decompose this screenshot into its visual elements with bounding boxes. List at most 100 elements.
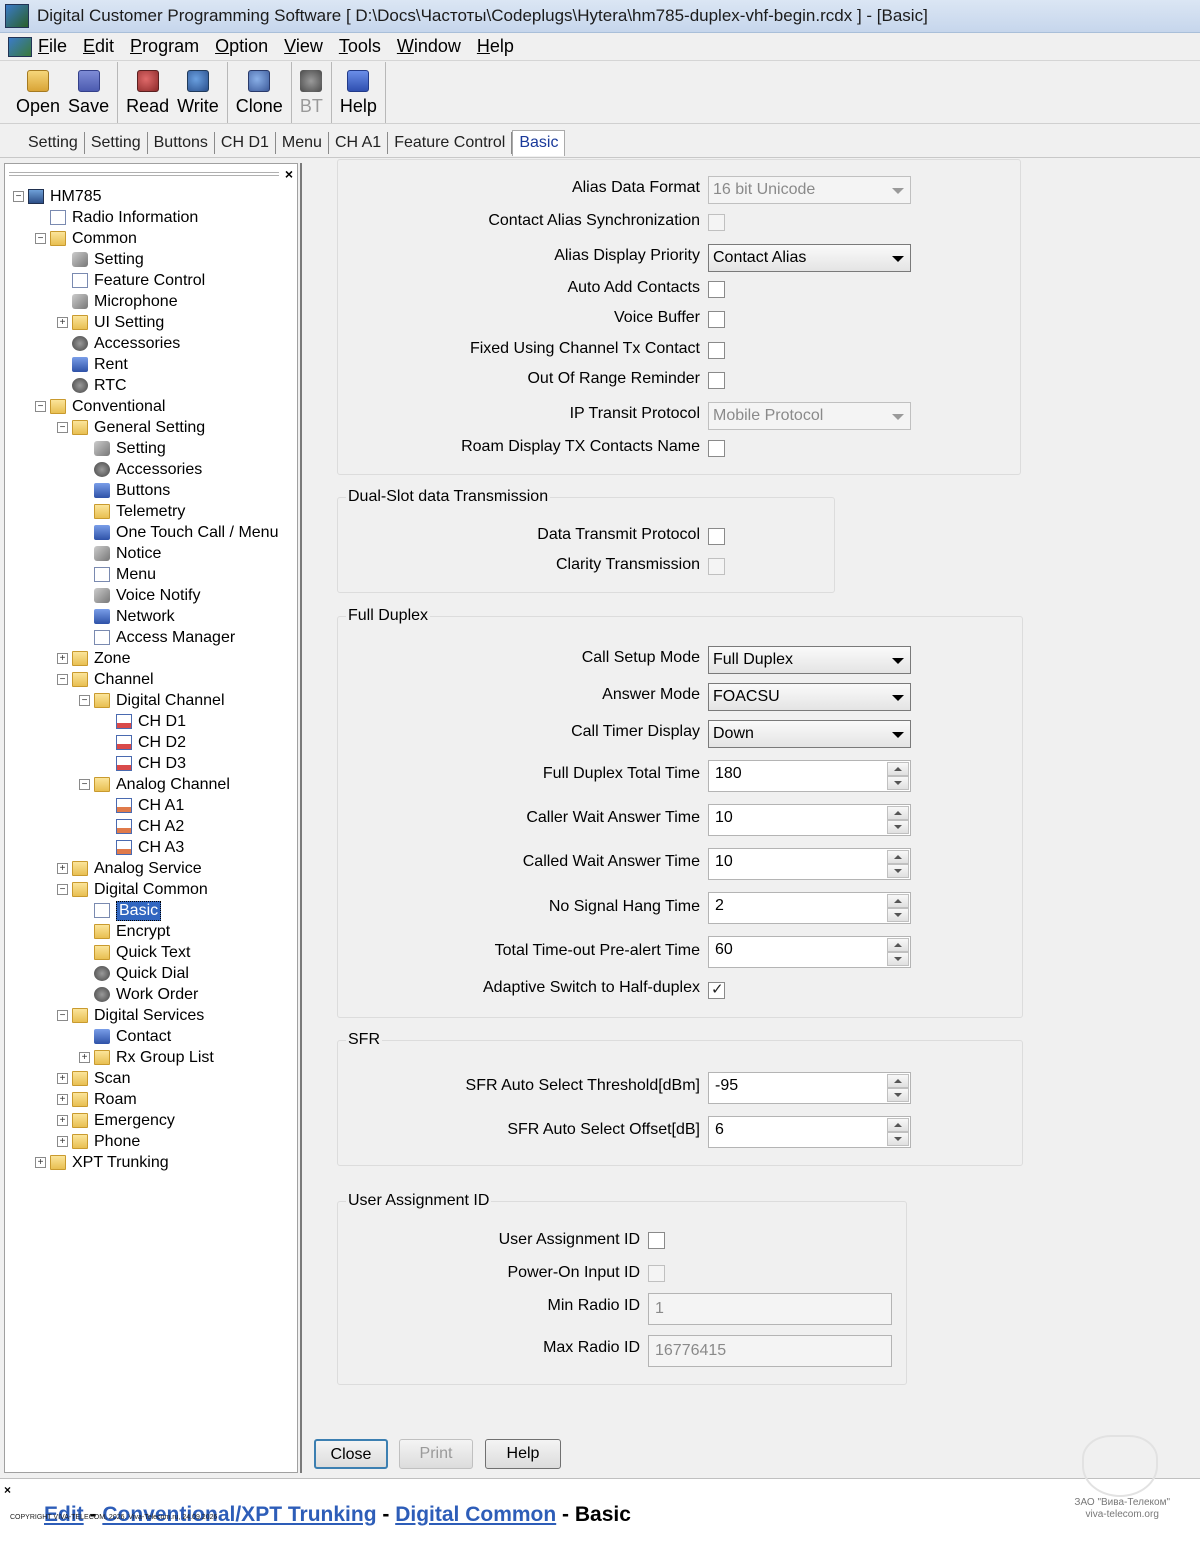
expand-icon[interactable]: + <box>57 653 68 664</box>
voice-buffer-checkbox[interactable] <box>708 311 725 328</box>
tree-close-icon[interactable]: × <box>285 166 293 182</box>
sfr-threshold-spinner[interactable]: -95 <box>708 1072 911 1104</box>
spin-up-icon[interactable] <box>887 762 909 776</box>
tree-item[interactable]: − Channel <box>57 669 154 690</box>
tree-item[interactable]: Menu <box>79 564 156 585</box>
tree-item[interactable]: Setting <box>79 438 166 459</box>
tab-feature-control[interactable]: Feature Control <box>388 132 513 154</box>
tree-item[interactable]: − General Setting <box>57 417 205 438</box>
alias-display-priority-select[interactable]: Contact Alias <box>708 244 911 272</box>
spin-up-icon[interactable] <box>887 1118 909 1132</box>
spin-down-icon[interactable] <box>887 1132 909 1146</box>
collapse-icon[interactable]: − <box>57 674 68 685</box>
tree-item[interactable]: One Touch Call / Menu <box>79 522 278 543</box>
tree-item[interactable]: + Rx Group List <box>79 1047 214 1068</box>
tree-item[interactable]: + Zone <box>57 648 130 669</box>
menu-view[interactable]: View <box>284 36 323 57</box>
close-button[interactable]: Close <box>314 1439 388 1469</box>
help-toolbar-button[interactable]: Help <box>336 62 381 123</box>
menu-window[interactable]: Window <box>397 36 461 57</box>
tree-item[interactable]: Radio Information <box>35 207 198 228</box>
tree-item[interactable]: Work Order <box>79 984 198 1005</box>
tree-item[interactable]: Network <box>79 606 175 627</box>
out-of-range-checkbox[interactable] <box>708 372 725 389</box>
menu-program[interactable]: Program <box>130 36 199 57</box>
answer-mode-select[interactable]: FOACSU <box>708 683 911 711</box>
tab-setting-2[interactable]: Setting <box>85 132 148 154</box>
breadcrumb-close-icon[interactable]: × <box>4 1483 11 1497</box>
contact-alias-sync-checkbox[interactable] <box>708 214 725 231</box>
tab-menu[interactable]: Menu <box>276 132 329 154</box>
read-button[interactable]: Read <box>122 62 173 123</box>
tree-item[interactable]: + Emergency <box>57 1110 175 1131</box>
clarity-checkbox[interactable] <box>708 558 725 575</box>
tree-item[interactable]: + Phone <box>57 1131 140 1152</box>
tree-item[interactable]: − Conventional <box>35 396 165 417</box>
tab-setting-1[interactable]: Setting <box>22 132 85 154</box>
collapse-icon[interactable]: − <box>35 233 46 244</box>
tree-item[interactable]: Feature Control <box>57 270 205 291</box>
expand-icon[interactable]: + <box>57 1115 68 1126</box>
min-radio-id-field[interactable]: 1 <box>648 1293 892 1325</box>
clone-button[interactable]: Clone <box>232 62 287 123</box>
collapse-icon[interactable]: − <box>79 779 90 790</box>
tree-item[interactable]: + Analog Service <box>57 858 202 879</box>
power-on-checkbox[interactable] <box>648 1265 665 1282</box>
spin-up-icon[interactable] <box>887 894 909 908</box>
menu-help[interactable]: Help <box>477 36 514 57</box>
tree-item[interactable]: CH A3 <box>101 837 184 858</box>
total-time-spinner[interactable]: 180 <box>708 760 911 792</box>
alias-data-format-select[interactable]: 16 bit Unicode <box>708 176 911 204</box>
call-setup-select[interactable]: Full Duplex <box>708 646 911 674</box>
write-button[interactable]: Write <box>173 62 223 123</box>
collapse-icon[interactable]: − <box>35 401 46 412</box>
adaptive-checkbox[interactable] <box>708 980 725 999</box>
breadcrumb-digital-common[interactable]: Digital Common <box>395 1503 556 1526</box>
document-window-icon[interactable] <box>8 36 32 57</box>
caller-wait-spinner[interactable]: 10 <box>708 804 911 836</box>
tree-item[interactable]: − Digital Services <box>57 1005 204 1026</box>
tree-item[interactable]: Telemetry <box>79 501 185 522</box>
tree-item[interactable]: RTC <box>57 375 127 396</box>
expand-icon[interactable]: + <box>57 317 68 328</box>
roam-display-checkbox[interactable] <box>708 440 725 457</box>
tree-item[interactable]: CH D3 <box>101 753 186 774</box>
tree-item[interactable]: CH A2 <box>101 816 184 837</box>
uaid-checkbox[interactable] <box>648 1232 665 1249</box>
menu-tools[interactable]: Tools <box>339 36 381 57</box>
tree-item[interactable]: Setting <box>57 249 144 270</box>
collapse-icon[interactable]: − <box>57 884 68 895</box>
collapse-icon[interactable]: − <box>13 191 24 202</box>
panel-grip[interactable] <box>9 172 279 176</box>
tree-item[interactable]: + Roam <box>57 1089 137 1110</box>
spin-up-icon[interactable] <box>887 850 909 864</box>
collapse-icon[interactable]: − <box>79 695 90 706</box>
spin-down-icon[interactable] <box>887 864 909 878</box>
spin-down-icon[interactable] <box>887 820 909 834</box>
bt-button[interactable]: BT <box>296 62 327 123</box>
tab-basic[interactable]: Basic <box>512 130 566 156</box>
tree-item[interactable]: Rent <box>57 354 128 375</box>
tree-item[interactable]: − Analog Channel <box>79 774 230 795</box>
spin-up-icon[interactable] <box>887 938 909 952</box>
tree-item[interactable]: Buttons <box>79 480 170 501</box>
ip-transit-select[interactable]: Mobile Protocol <box>708 402 911 430</box>
menu-file[interactable]: File <box>38 36 67 57</box>
tree-item[interactable]: Quick Dial <box>79 963 189 984</box>
tree-item[interactable]: + XPT Trunking <box>35 1152 169 1173</box>
tree-item[interactable]: Quick Text <box>79 942 190 963</box>
tree-item[interactable]: Microphone <box>57 291 178 312</box>
spin-down-icon[interactable] <box>887 952 909 966</box>
tree-item[interactable]: CH D1 <box>101 711 186 732</box>
collapse-icon[interactable]: − <box>57 422 68 433</box>
tree-item[interactable]: Encrypt <box>79 921 170 942</box>
tree-item[interactable]: − HM785 <box>13 186 102 207</box>
tree-item[interactable]: Accessories <box>57 333 180 354</box>
expand-icon[interactable]: + <box>35 1157 46 1168</box>
menu-option[interactable]: Option <box>215 36 268 57</box>
no-signal-spinner[interactable]: 2 <box>708 892 911 924</box>
tab-buttons[interactable]: Buttons <box>148 132 215 154</box>
tree-item[interactable]: Notice <box>79 543 161 564</box>
tree-item[interactable]: + Scan <box>57 1068 130 1089</box>
tab-ch-a1[interactable]: CH A1 <box>329 132 389 154</box>
